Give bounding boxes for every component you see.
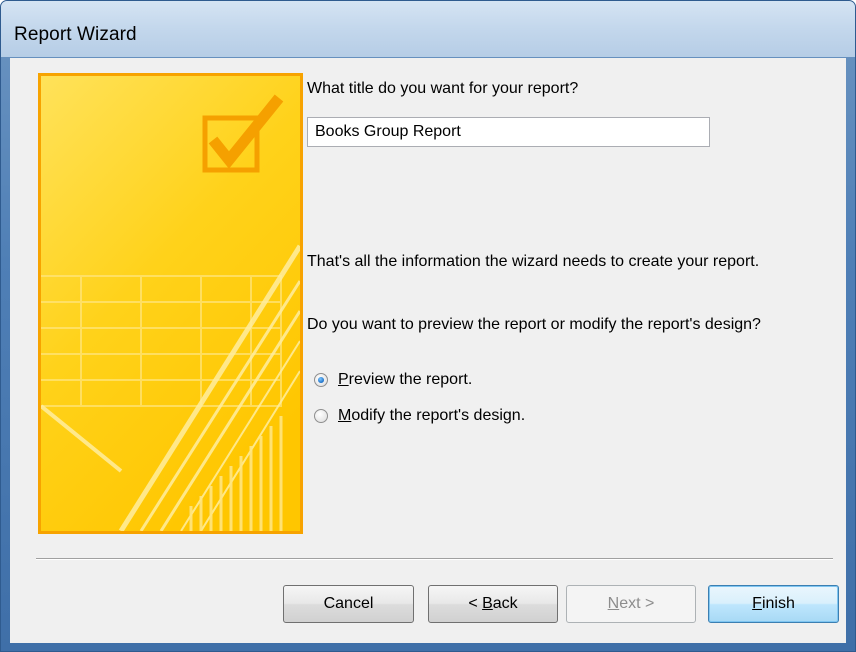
report-wizard-window: Report Wizard What title do you want for… [0, 0, 856, 652]
report-title-input[interactable] [307, 117, 710, 147]
cancel-button[interactable]: Cancel [283, 585, 414, 623]
next-button: Next > [566, 585, 696, 623]
back-button[interactable]: < Back [428, 585, 558, 623]
button-separator [36, 558, 833, 560]
report-title-prompt: What title do you want for your report? [307, 80, 579, 97]
modify-design-radio[interactable] [314, 409, 328, 423]
wizard-side-image [38, 73, 303, 534]
preview-question-text: Do you want to preview the report or mod… [307, 316, 761, 333]
wizard-client-area: What title do you want for your report? … [10, 58, 846, 643]
modify-design-label: Modify the report's design. [338, 407, 526, 424]
modify-design-option[interactable]: Modify the report's design. [314, 407, 525, 425]
preview-report-radio[interactable] [314, 373, 328, 387]
preview-report-option[interactable]: Preview the report. [314, 371, 472, 389]
title-bar[interactable]: Report Wizard [1, 1, 855, 57]
preview-report-label: Preview the report. [338, 371, 473, 388]
wizard-info-text: That's all the information the wizard ne… [307, 253, 760, 270]
window-title: Report Wizard [14, 24, 137, 45]
finish-button[interactable]: Finish [708, 585, 839, 623]
checkbox-report-illustration-icon [41, 76, 300, 531]
